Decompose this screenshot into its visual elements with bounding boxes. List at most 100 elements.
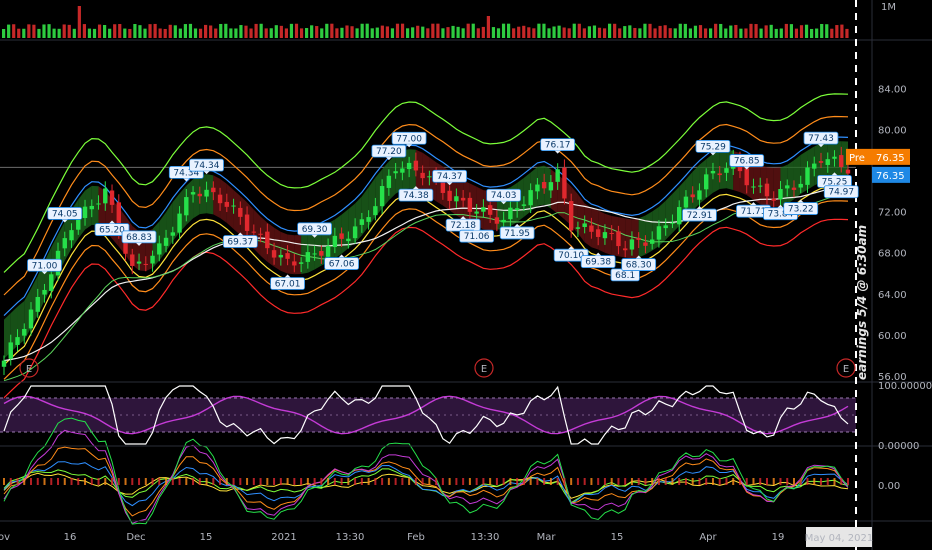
price-tick-label: 80.00 — [878, 125, 907, 136]
macd-histogram-bar — [205, 478, 208, 485]
candle-body — [400, 168, 405, 173]
candle-body — [447, 190, 452, 201]
macd-histogram-bar — [576, 478, 579, 485]
time-tick-label: 19 — [772, 532, 785, 543]
volume-bar — [32, 24, 36, 38]
volume-bar — [380, 25, 384, 38]
macd-histogram-bar — [732, 478, 735, 485]
macd-histogram-bar — [597, 478, 600, 485]
volume-bar — [577, 23, 581, 38]
callout-label: 74.97 — [828, 188, 854, 198]
candle-body — [487, 205, 493, 215]
macd-histogram-bar — [590, 478, 593, 485]
macd-histogram-bar — [603, 478, 606, 485]
volume-bar — [592, 25, 597, 38]
macd-histogram-bar — [840, 478, 843, 485]
volume-bar — [461, 28, 465, 38]
candle-body — [717, 173, 722, 176]
macd-histogram-bar — [583, 478, 586, 485]
callout-label: 65.20 — [99, 226, 125, 236]
callout-label: 67.06 — [329, 260, 355, 270]
macd-histogram-bar — [678, 478, 681, 485]
candle-body — [704, 174, 709, 190]
volume-bar — [486, 16, 490, 38]
candle-body — [535, 184, 540, 192]
time-tick-label: 2021 — [271, 532, 296, 543]
macd-histogram-bar — [617, 478, 620, 485]
candle-body — [454, 196, 459, 202]
callout-label: 76.85 — [734, 157, 760, 167]
volume-bar — [481, 26, 485, 38]
macd-histogram-bar — [725, 478, 728, 485]
volume-bar — [406, 28, 410, 38]
volume-bar — [411, 27, 415, 38]
macd-histogram-bar — [360, 478, 363, 485]
candle-body — [609, 232, 614, 234]
volume-bar — [830, 28, 834, 38]
candle-body — [197, 193, 203, 197]
volume-bar — [108, 28, 112, 38]
candle-body — [366, 217, 371, 222]
candle-body — [812, 163, 817, 169]
volume-bar — [269, 28, 273, 38]
macd-histogram-bar — [313, 478, 316, 485]
candle-body — [96, 203, 101, 205]
volume-bar — [214, 28, 218, 38]
candle-body — [460, 197, 466, 201]
earnings-note: earnings 5/4 @ 6:30am — [855, 225, 869, 380]
candle-body — [778, 189, 783, 200]
candle-body — [683, 196, 689, 208]
volume-bar — [794, 28, 799, 38]
time-tick-label: Dec — [126, 532, 145, 543]
stock-chart[interactable]: 56.0060.0064.0068.0072.0076.0080.0084.00… — [0, 0, 932, 550]
volume-bar — [335, 28, 339, 38]
price-tick-label: 68.00 — [878, 249, 907, 260]
candle-body — [305, 252, 311, 262]
volume-bar — [784, 23, 788, 38]
volume-bar — [764, 25, 768, 38]
volume-bar — [178, 28, 182, 38]
candle-body — [136, 261, 142, 264]
volume-bar — [57, 28, 61, 38]
macd-histogram-bar — [9, 478, 12, 485]
time-tick-label: 15 — [611, 532, 624, 543]
macd-histogram-bar — [97, 478, 100, 485]
macd-histogram-bar — [563, 478, 566, 485]
price-tick-label: 64.00 — [878, 290, 907, 301]
macd-histogram-bar — [151, 478, 154, 485]
volume-bar — [825, 24, 829, 38]
macd-histogram-bar — [792, 478, 795, 485]
volume-bar — [613, 23, 617, 38]
callout-label: 74.34 — [194, 161, 220, 171]
candle-body — [238, 207, 243, 217]
volume-bar — [173, 25, 177, 38]
volume-bar — [714, 23, 718, 38]
pre-market-label: Pre — [849, 153, 865, 164]
candle-body — [346, 238, 351, 242]
macd-histogram-bar — [435, 478, 438, 485]
trend-fill — [91, 185, 99, 226]
volume-bar — [305, 28, 309, 38]
candle-body — [839, 155, 844, 168]
callout-label: 74.37 — [437, 172, 463, 182]
volume-bar — [678, 23, 682, 38]
volume-bar — [754, 24, 758, 38]
callout-label: 74.05 — [52, 209, 78, 219]
candle-body — [521, 204, 527, 206]
callout-label: 72.18 — [450, 221, 476, 231]
trend-fill — [193, 175, 200, 219]
candle-body — [440, 181, 446, 193]
trend-fill — [348, 203, 356, 249]
macd-histogram-bar — [495, 478, 498, 485]
trend-fill — [280, 231, 288, 274]
time-tick-label: Feb — [407, 532, 425, 543]
macd-histogram-bar — [819, 478, 822, 485]
macd-histogram-bar — [847, 478, 849, 485]
candle-body — [845, 169, 851, 174]
macd-histogram-bar — [664, 478, 667, 485]
time-tick-label: 16 — [64, 532, 77, 543]
candle-body — [22, 328, 27, 336]
volume-bar — [542, 23, 546, 38]
trend-fill — [415, 149, 423, 192]
volume-bar — [198, 28, 203, 38]
